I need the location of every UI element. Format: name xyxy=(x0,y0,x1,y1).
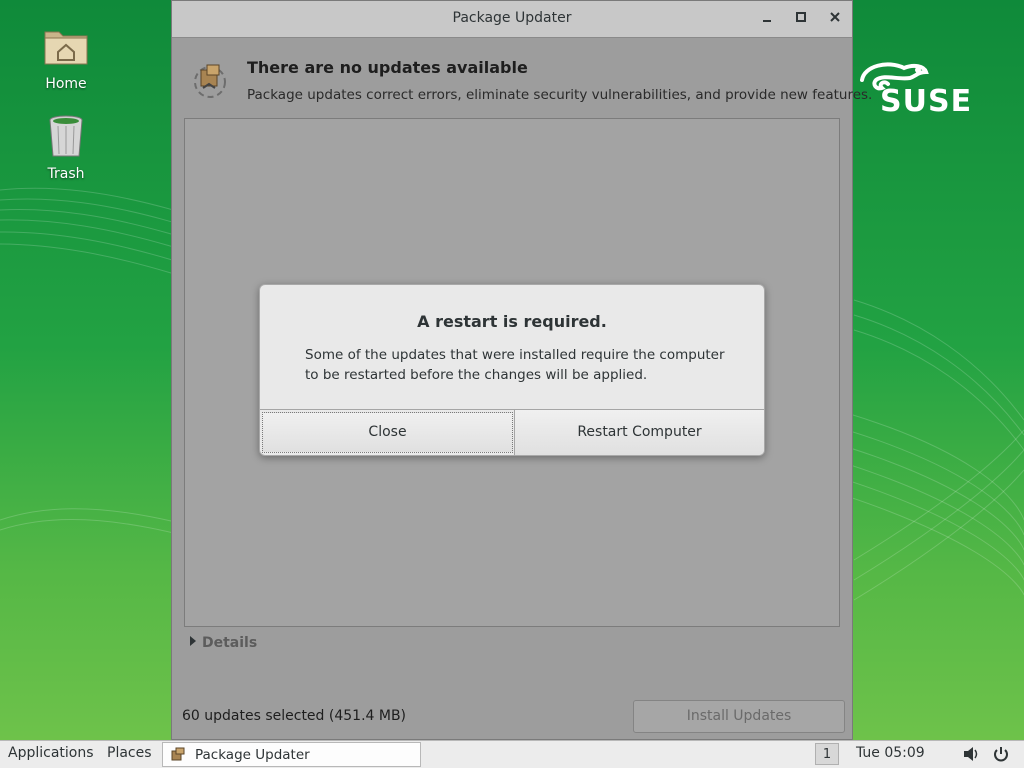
updates-status-heading: There are no updates available xyxy=(247,58,528,77)
restart-computer-button[interactable]: Restart Computer xyxy=(514,410,764,455)
places-menu[interactable]: Places xyxy=(107,745,152,761)
taskbar-window-label: Package Updater xyxy=(195,747,310,763)
power-icon[interactable] xyxy=(992,746,1010,766)
close-button[interactable]: Close xyxy=(262,412,513,453)
taskbar-window-package-updater[interactable]: Package Updater xyxy=(162,742,421,767)
dialog-title: A restart is required. xyxy=(417,312,607,331)
bottom-panel: Applications Places Package Updater 1 Tu… xyxy=(0,740,1024,768)
selection-status: 60 updates selected (451.4 MB) xyxy=(182,708,407,724)
minimize-icon xyxy=(763,20,771,22)
expander-arrow-icon xyxy=(190,636,196,646)
dialog-message: Some of the updates that were installed … xyxy=(305,347,725,383)
updater-header: There are no updates available Package u… xyxy=(172,38,872,118)
suse-logo-text: SUSE xyxy=(880,84,973,119)
desktop-icon-label: Trash xyxy=(47,166,85,182)
maximize-button[interactable] xyxy=(791,9,811,29)
dialog-actions: Close Restart Computer xyxy=(260,409,764,455)
desktop-icon-label: Home xyxy=(45,76,87,92)
details-expander[interactable]: Details xyxy=(190,635,257,651)
updates-description: Package updates correct errors, eliminat… xyxy=(247,87,873,103)
minimize-button[interactable] xyxy=(757,9,777,29)
package-updater-icon xyxy=(169,746,187,764)
volume-icon[interactable] xyxy=(962,746,980,766)
clock[interactable]: Tue 05:09 xyxy=(856,745,925,761)
close-icon xyxy=(830,12,840,22)
details-label: Details xyxy=(202,635,258,651)
window-close-button[interactable] xyxy=(825,9,845,29)
trash-icon xyxy=(42,112,90,160)
desktop-icon-trash[interactable]: Trash xyxy=(26,112,106,182)
package-updater-icon xyxy=(190,60,230,100)
install-updates-button[interactable]: Install Updates xyxy=(633,700,845,733)
applications-menu[interactable]: Applications xyxy=(8,745,94,761)
maximize-icon xyxy=(796,12,806,22)
suse-logo: SUSE xyxy=(858,58,978,122)
home-folder-icon xyxy=(42,22,90,70)
window-titlebar[interactable]: Package Updater xyxy=(172,1,852,38)
restart-required-dialog: A restart is required. Some of the updat… xyxy=(259,284,765,456)
window-title: Package Updater xyxy=(452,10,572,26)
desktop-icon-home[interactable]: Home xyxy=(26,22,106,92)
workspace-switcher[interactable]: 1 xyxy=(815,743,839,765)
